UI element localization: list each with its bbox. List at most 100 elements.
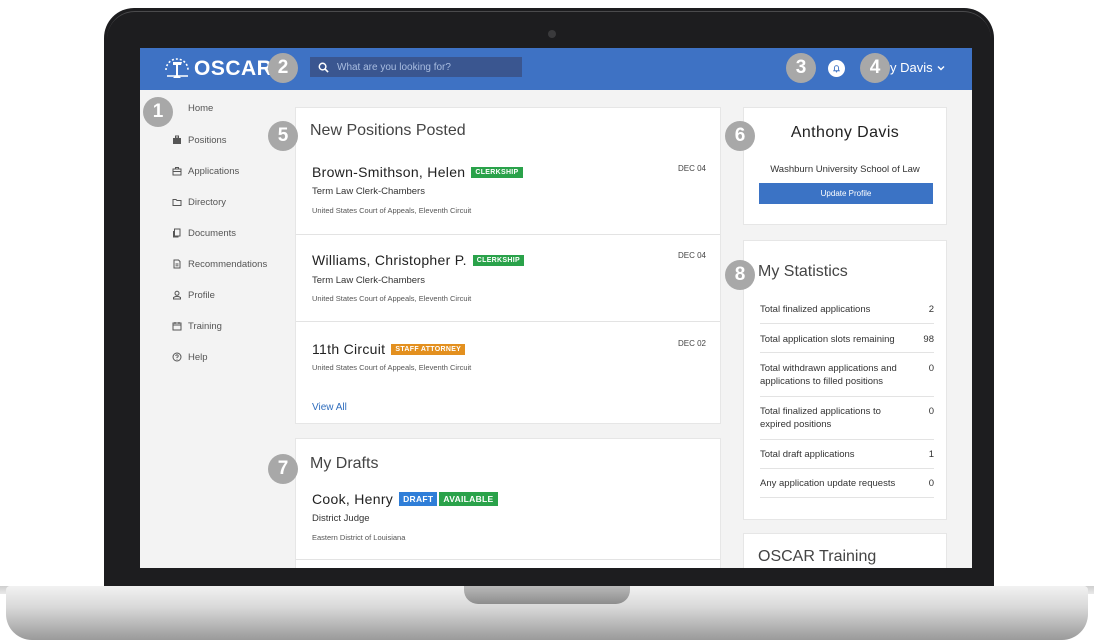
position-court: United States Court of Appeals, Eleventh… [312, 206, 472, 215]
training-icon [172, 322, 182, 331]
sidebar-item-applications[interactable]: Applications [172, 163, 239, 179]
stat-label: Any application update requests [760, 478, 896, 489]
position-name-text: Brown-Smithson, Helen [312, 164, 466, 180]
profile-icon [173, 290, 181, 300]
stat-label: Total draft applications [760, 449, 855, 460]
profile-name: Anthony Davis [790, 124, 900, 141]
statistics-title: My Statistics [758, 263, 848, 280]
stat-label: Total application slots remaining [760, 334, 895, 345]
sidebar-item-label: Directory [188, 196, 227, 208]
staff-attorney-tag: STAFF ATTORNEY [391, 343, 466, 355]
callout-badge: 7 [268, 454, 298, 484]
sidebar-item-recommendations[interactable]: Recommendations [172, 256, 267, 272]
position-role: Term Law Clerk-Chambers [312, 186, 425, 197]
position-date: DEC 02 [677, 339, 706, 348]
position-name[interactable]: Brown-Smithson, Helen CLERKSHIP [312, 164, 523, 180]
sidebar-item-label: Home [188, 102, 214, 114]
callout-badge: 2 [268, 53, 298, 83]
laptop-notch [464, 586, 630, 604]
position-date: DEC 04 [677, 251, 706, 260]
oscar-logo-icon [165, 58, 189, 78]
stat-value: 1 [928, 449, 934, 460]
draft-court: Eastern District of Louisiana [312, 533, 406, 542]
stat-label: Total finalized applications to expired … [760, 406, 881, 430]
sidebar-item-label: Training [188, 320, 222, 332]
search-input[interactable] [337, 61, 517, 73]
sidebar-item-profile[interactable]: Profile [172, 287, 215, 303]
stat-label: Total withdrawn applications and applica… [760, 363, 897, 387]
draft-role: District Judge [312, 513, 370, 524]
user-menu-label: y Davis [890, 60, 933, 75]
briefcase-icon [173, 135, 181, 144]
sidebar-item-label: Positions [188, 134, 227, 146]
applications-icon [172, 167, 182, 176]
divider [760, 323, 934, 324]
training-title: OSCAR Training [758, 548, 877, 565]
help-icon [172, 352, 182, 362]
oscar-logo[interactable]: OSCAR [162, 53, 272, 85]
my-drafts-title: My Drafts [310, 455, 379, 472]
draft-name[interactable]: Cook, Henry DRAFT AVAILABLE [312, 491, 498, 507]
divider [760, 396, 934, 397]
new-positions-title: New Positions Posted [310, 122, 466, 139]
sidebar-item-label: Profile [188, 289, 215, 301]
clerkship-tag: CLERKSHIP [472, 254, 524, 266]
divider [296, 559, 720, 560]
callout-badge: 8 [725, 260, 755, 290]
profile-school: Washburn University School of Law [770, 164, 920, 175]
sidebar-item-documents[interactable]: Documents [172, 225, 236, 241]
webcam [548, 30, 556, 38]
statistics-card: My Statistics Total finalized applicatio… [744, 241, 946, 519]
documents-icon [173, 228, 181, 238]
training-card: OSCAR Training [744, 534, 946, 568]
position-court: United States Court of Appeals, Eleventh… [312, 294, 472, 303]
draft-name-text: Cook, Henry [312, 491, 394, 507]
position-name[interactable]: 11th Circuit STAFF ATTORNEY [312, 341, 466, 357]
callout-badge: 4 [860, 53, 890, 83]
stat-value: 0 [928, 478, 934, 489]
logo-text: OSCAR [194, 57, 273, 80]
sidebar-item-label: Help [188, 351, 208, 363]
my-drafts-card: My Drafts Cook, Henry DRAFT AVAILABLE Di… [296, 439, 720, 568]
sidebar-item-help[interactable]: Help [172, 349, 208, 365]
position-name[interactable]: Williams, Christopher P. CLERKSHIP [312, 252, 524, 268]
position-name-text: Williams, Christopher P. [312, 252, 467, 268]
search-icon [318, 62, 329, 73]
update-profile-button[interactable]: Update Profile [759, 183, 933, 204]
chevron-down-icon [937, 65, 945, 70]
profile-card: Anthony Davis Washburn University School… [744, 108, 946, 224]
draft-tag: DRAFT [399, 492, 438, 506]
user-menu[interactable]: y Davis [890, 60, 945, 75]
divider [296, 234, 720, 235]
callout-badge: 5 [268, 121, 298, 151]
top-navbar: OSCAR y Davis [140, 48, 972, 90]
notifications-button[interactable] [828, 60, 845, 77]
callout-badge: 3 [786, 53, 816, 83]
available-tag: AVAILABLE [439, 492, 498, 506]
sidebar-item-training[interactable]: Training [172, 318, 222, 334]
position-date: DEC 04 [677, 164, 706, 173]
sidebar-item-positions[interactable]: Positions [172, 132, 227, 148]
search-box[interactable] [310, 57, 522, 77]
sidebar-item-label: Recommendations [188, 258, 268, 270]
divider [760, 468, 934, 469]
stat-value: 98 [923, 334, 934, 345]
sidebar-item-directory[interactable]: Directory [172, 194, 226, 210]
callout-badge: 6 [725, 121, 755, 151]
stat-label: Total finalized applications [760, 304, 871, 315]
screen: OSCAR y Davis Home [140, 48, 972, 568]
position-court: United States Court of Appeals, Eleventh… [312, 363, 472, 372]
view-all-link[interactable]: View All [312, 402, 347, 413]
sidebar: Home Positions Applications Directory Do… [140, 90, 290, 568]
recommendations-icon [173, 259, 181, 269]
divider [296, 321, 720, 322]
new-positions-card: New Positions Posted Brown-Smithson, Hel… [296, 108, 720, 423]
sidebar-item-label: Applications [188, 165, 240, 177]
clerkship-tag: CLERKSHIP [471, 166, 523, 178]
sidebar-item-label: Documents [188, 227, 237, 239]
divider [760, 352, 934, 353]
sidebar-item-home[interactable]: Home [188, 100, 213, 116]
divider [760, 439, 934, 440]
stat-value: 0 [928, 363, 934, 374]
callout-badge: 1 [143, 97, 173, 127]
